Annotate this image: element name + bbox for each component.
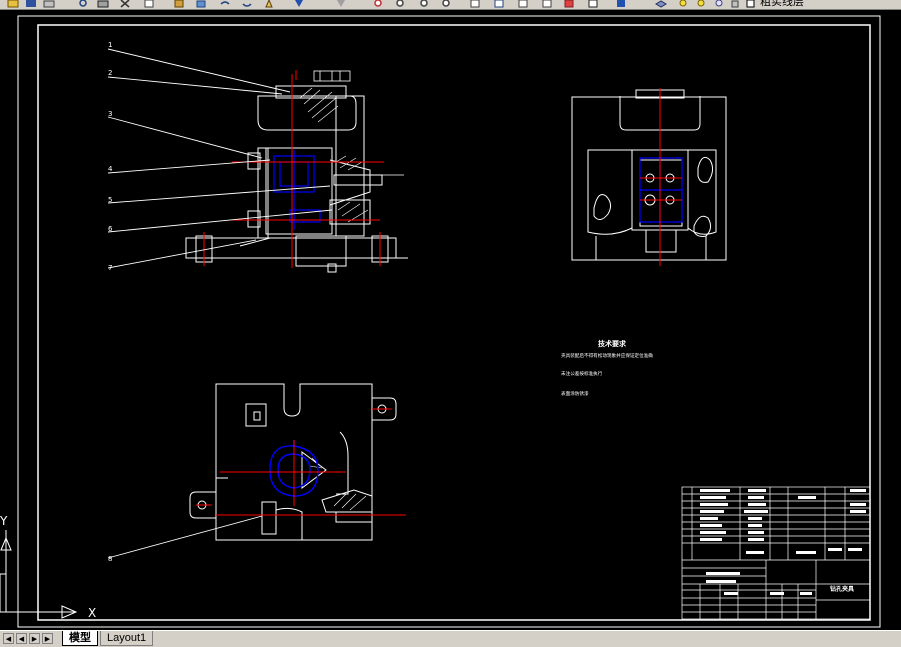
callout-8: 8 <box>108 555 112 563</box>
ucs-y-label: Y <box>0 514 8 528</box>
lightbulb-icon <box>694 0 708 8</box>
layout-tab-bar: ◀ ◀ ▶ ▶ 模型 Layout1 <box>0 630 901 647</box>
toolpalette-icon[interactable] <box>440 0 454 8</box>
callout-7: 7 <box>108 264 112 272</box>
last-tab-button[interactable]: ▶ <box>42 633 53 644</box>
tech-req-title: 技术要求 <box>598 339 627 348</box>
redo-icon[interactable] <box>240 0 254 8</box>
zoom-window-icon[interactable] <box>334 0 348 8</box>
tech-req-line-2: 未注公差按标准执行 <box>561 370 603 377</box>
next-tab-button[interactable]: ▶ <box>29 633 40 644</box>
tech-req-line-1: 夹具装配后不得有松动现象并应保证定位准确 <box>561 352 653 359</box>
callout-2: 2 <box>108 69 112 77</box>
layer-state-icon[interactable] <box>676 0 690 8</box>
preview-icon[interactable] <box>76 0 90 8</box>
freeze-icon <box>712 0 726 8</box>
callout-6: 6 <box>108 225 113 233</box>
callout-3: 3 <box>108 110 112 118</box>
tab-model[interactable]: 模型 <box>62 631 98 646</box>
calculator-icon[interactable] <box>468 0 482 8</box>
horizontal-scrollbar[interactable] <box>160 633 900 644</box>
paste-icon[interactable] <box>172 0 186 8</box>
cut-icon[interactable] <box>118 0 132 8</box>
first-tab-button[interactable]: ◀ <box>3 633 14 644</box>
print-icon[interactable] <box>42 0 56 8</box>
layer-icon[interactable] <box>654 0 668 8</box>
undo-icon[interactable] <box>218 0 232 8</box>
zoom-realtime-icon[interactable] <box>292 0 306 8</box>
sheetset-icon[interactable] <box>540 0 554 8</box>
tech-req-line-3: 表面涂防锈漆 <box>561 390 589 397</box>
markup-icon[interactable] <box>516 0 530 8</box>
callout-4: 4 <box>108 165 113 173</box>
pan-icon[interactable] <box>262 0 276 8</box>
callout-5: 5 <box>108 196 112 204</box>
dbconnect-icon[interactable] <box>492 0 506 8</box>
current-layer-name[interactable]: 粗实线层 <box>760 0 804 8</box>
copy-icon[interactable] <box>142 0 156 8</box>
ucs-x-label: X <box>88 606 96 620</box>
help-icon[interactable] <box>614 0 628 8</box>
quickcalc-icon[interactable] <box>562 0 576 8</box>
standard-toolbar: 粗实线层 <box>0 0 901 10</box>
zoom-previous-icon[interactable] <box>372 0 386 8</box>
prev-tab-button[interactable]: ◀ <box>16 633 27 644</box>
designcenter-icon[interactable] <box>418 0 432 8</box>
lock-icon <box>728 0 742 8</box>
table-icon[interactable] <box>586 0 600 8</box>
save-icon[interactable] <box>24 0 38 8</box>
matchprop-icon[interactable] <box>194 0 208 8</box>
layer-color-icon <box>744 0 758 8</box>
callout-1: 1 <box>108 41 112 49</box>
model-space-canvas[interactable]: 1 2 3 4 5 6 7 8 技术要求 夹具装配后不得有松动现象并应保证定位准… <box>0 10 901 630</box>
open-icon[interactable] <box>6 0 20 8</box>
tab-layout1[interactable]: Layout1 <box>100 631 154 646</box>
properties-icon[interactable] <box>394 0 408 8</box>
plot-icon[interactable] <box>96 0 110 8</box>
title-block-drawing-name: 钻孔夹具 <box>830 585 854 593</box>
canvas-background <box>0 10 901 630</box>
